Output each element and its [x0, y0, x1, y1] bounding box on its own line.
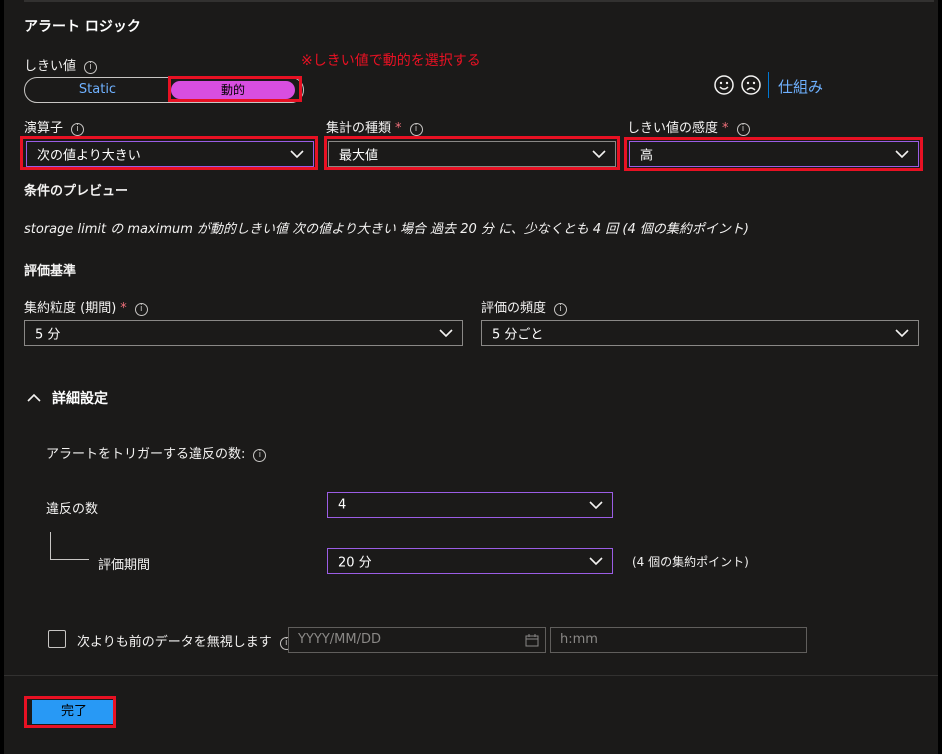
eval-period-dropdown[interactable]: 20 分 [327, 548, 613, 574]
frequency-label: 評価の頻度 i [481, 297, 568, 316]
num-violations-dropdown[interactable]: 4 [327, 492, 613, 518]
separator [768, 72, 769, 98]
required-star: * [120, 301, 127, 316]
highlight-aggregation [324, 136, 620, 170]
required-star: * [395, 121, 402, 136]
aggregation-type-label: 集計の種類 * i [326, 117, 423, 136]
info-icon[interactable]: i [134, 303, 148, 316]
info-icon[interactable]: i [71, 123, 85, 136]
frown-icon[interactable] [741, 75, 761, 95]
info-icon[interactable]: i [409, 123, 423, 136]
time-placeholder: h:mm [560, 632, 598, 647]
alert-logic-panel: アラート ロジック しきい値 i ※しきい値で動的を選択する Static 動的 … [4, 0, 938, 754]
frequency-dropdown[interactable]: 5 分ごと [481, 320, 919, 346]
time-input[interactable]: h:mm [550, 627, 807, 653]
toggle-static-option[interactable]: Static [25, 78, 170, 102]
granularity-label: 集約粒度 (期間) * i [24, 297, 148, 316]
chevron-down-icon [439, 329, 453, 338]
top-divider [24, 0, 934, 2]
violations-trigger-label: アラートをトリガーする違反の数: i [46, 443, 267, 462]
chevron-down-icon [589, 557, 603, 566]
aggregation-type-label-text: 集計の種類 [326, 121, 392, 136]
smile-icon[interactable] [714, 75, 734, 95]
eval-period-label: 評価期間 [98, 558, 151, 573]
highlight-dynamic [168, 76, 302, 102]
evaluation-heading: 評価基準 [24, 264, 77, 279]
operator-label: 演算子 i [24, 117, 85, 136]
required-star: * [722, 121, 729, 136]
info-icon[interactable]: i [736, 123, 750, 136]
threshold-label-text: しきい値 [24, 59, 77, 74]
frequency-label-text: 評価の頻度 [481, 301, 547, 316]
num-violations-value: 4 [338, 497, 347, 513]
eval-period-value: 20 分 [338, 555, 372, 571]
granularity-label-text: 集約粒度 (期間) [24, 301, 117, 316]
eval-period-note: (4 個の集約ポイント) [632, 555, 749, 569]
info-icon[interactable]: i [253, 449, 267, 462]
how-it-works-link[interactable]: 仕組み [778, 76, 823, 97]
granularity-value: 5 分 [35, 327, 61, 343]
info-icon[interactable]: i [84, 61, 98, 74]
info-icon[interactable]: i [554, 303, 568, 316]
sensitivity-label-text: しきい値の感度 [627, 121, 719, 136]
footer-divider [4, 675, 938, 676]
ignore-before-text: 次よりも前のデータを無視します [77, 635, 272, 650]
threshold-label: しきい値 i [24, 55, 98, 74]
condition-preview-text: storage limit の maximum が動的しきい値 次の値より大きい… [24, 222, 749, 237]
highlight-sensitivity [624, 137, 923, 171]
granularity-dropdown[interactable]: 5 分 [24, 320, 463, 346]
advanced-settings-toggle[interactable]: 詳細設定 [26, 388, 108, 408]
highlight-operator [20, 136, 318, 170]
num-violations-label: 違反の数 [46, 502, 99, 517]
frequency-value: 5 分ごと [492, 327, 544, 343]
threshold-annotation: ※しきい値で動的を選択する [301, 53, 481, 69]
tree-connector [50, 532, 89, 560]
date-placeholder: YYYY/MM/DD [298, 632, 381, 647]
sensitivity-label: しきい値の感度 * i [627, 117, 750, 136]
operator-label-text: 演算子 [24, 121, 64, 136]
ignore-before-checkbox[interactable] [48, 630, 66, 648]
condition-preview-label: 条件のプレビュー [24, 184, 129, 199]
advanced-settings-heading: 詳細設定 [52, 391, 108, 407]
chevron-up-icon [27, 393, 41, 402]
calendar-icon[interactable] [525, 634, 539, 647]
highlight-done [24, 696, 116, 728]
section-title: アラート ロジック [24, 19, 141, 35]
chevron-down-icon [895, 329, 909, 338]
violations-trigger-text: アラートをトリガーする違反の数: [46, 447, 246, 462]
date-input[interactable]: YYYY/MM/DD [288, 627, 546, 653]
ignore-before-label: 次よりも前のデータを無視します i [77, 631, 293, 650]
chevron-down-icon [589, 501, 603, 510]
